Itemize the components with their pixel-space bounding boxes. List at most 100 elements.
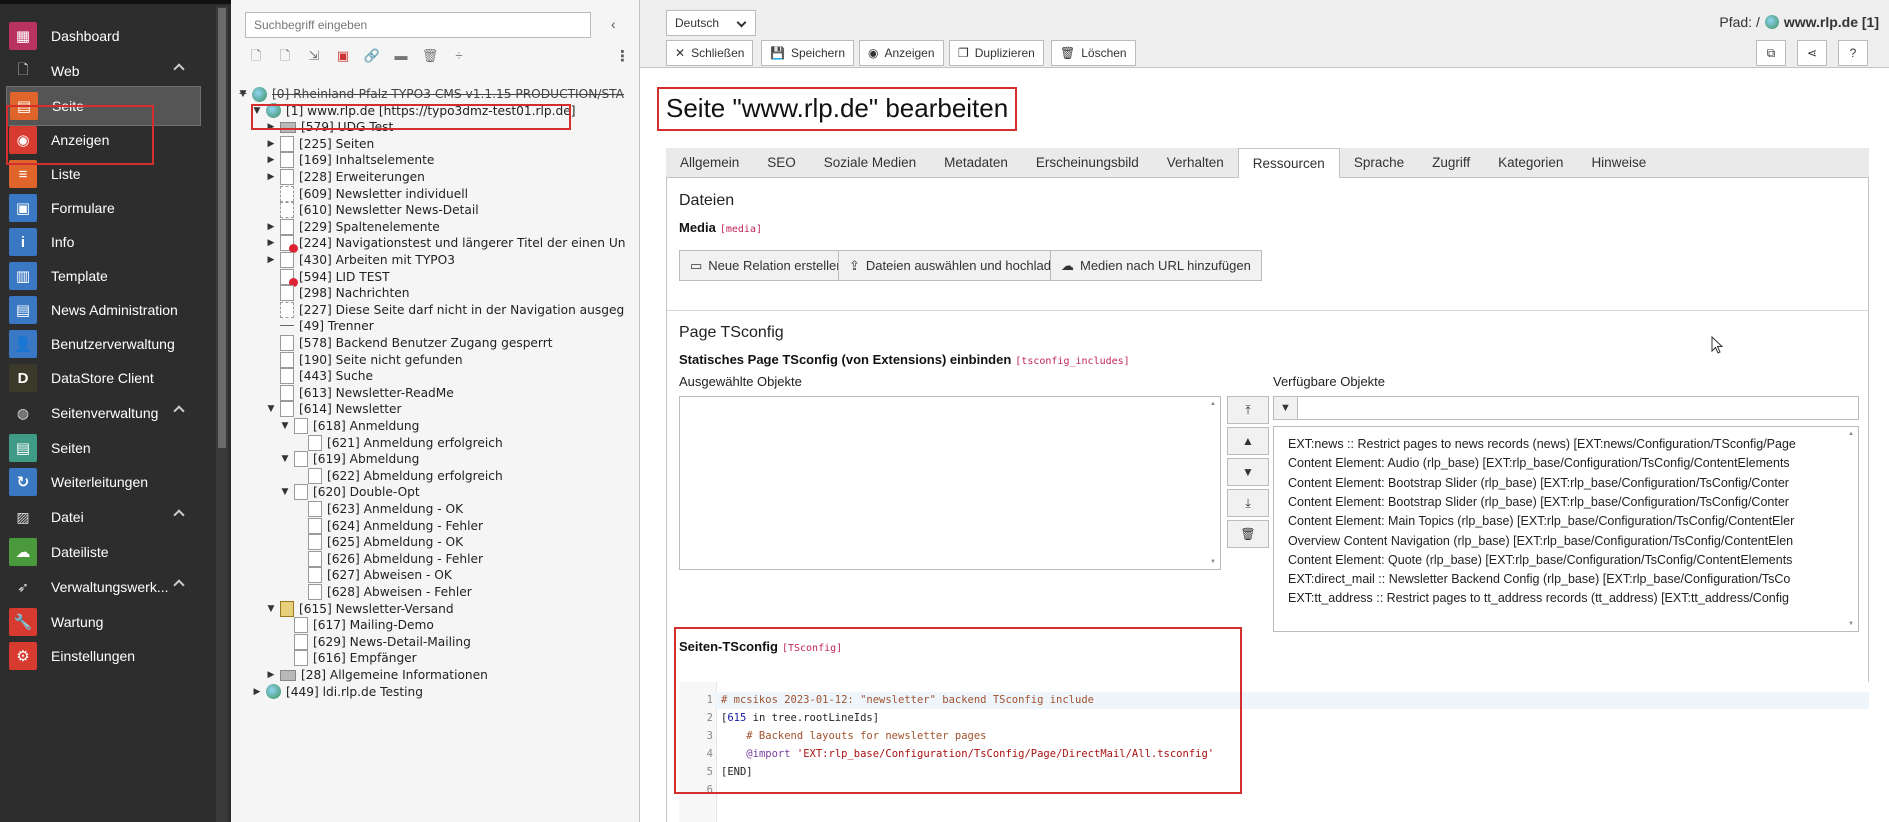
tree-node-label[interactable]: [578] Backend Benutzer Zugang gesperrt bbox=[299, 336, 553, 350]
available-object-item[interactable]: Content Element: Bootstrap Slider (rlp_b… bbox=[1288, 495, 1843, 509]
share-button[interactable]: ⋖ bbox=[1797, 40, 1827, 66]
tree-node-label[interactable]: [228] Erweiterungen bbox=[299, 170, 425, 184]
page-icon[interactable] bbox=[280, 351, 294, 368]
caret-down-icon[interactable]: ▼ bbox=[237, 89, 249, 99]
tree-node-label[interactable]: [0] Rheinland-Pfalz TYPO3 CMS v1.1.15 PR… bbox=[272, 87, 624, 101]
tree-more-icon[interactable]: ⋮ bbox=[615, 47, 630, 65]
caret-right-icon[interactable]: ▶ bbox=[265, 670, 277, 680]
page-icon[interactable] bbox=[294, 418, 308, 434]
caret-right-icon[interactable]: ▶ bbox=[265, 155, 277, 165]
help-button[interactable]: ? bbox=[1838, 40, 1868, 66]
available-object-item[interactable]: Content Element: Audio (rlp_base) [EXT:r… bbox=[1288, 456, 1843, 470]
caret-down-icon[interactable]: ▼ bbox=[265, 604, 277, 614]
caret-right-icon[interactable]: ▶ bbox=[265, 255, 277, 265]
tree-node-label[interactable]: [616] Empfänger bbox=[313, 651, 417, 665]
tree-node-label[interactable]: [628] Abweisen - Fehler bbox=[327, 585, 472, 599]
tab-erscheinungsbild[interactable]: Erscheinungsbild bbox=[1022, 148, 1153, 178]
page-icon[interactable] bbox=[280, 218, 294, 235]
new-shortcut-icon[interactable]: ⇲ bbox=[303, 46, 325, 66]
hidden-icon[interactable] bbox=[280, 202, 294, 219]
new-page-icon[interactable]: 🗋 bbox=[245, 46, 267, 66]
tree-node-label[interactable]: [579] UDG Test bbox=[301, 120, 393, 134]
tab-zugriff[interactable]: Zugriff bbox=[1418, 148, 1484, 178]
new-folder-icon[interactable]: ▬ bbox=[390, 46, 412, 66]
tab-sprache[interactable]: Sprache bbox=[1340, 148, 1418, 178]
page-icon[interactable] bbox=[308, 517, 322, 534]
tree-node-label[interactable]: [169] Inhaltselemente bbox=[299, 153, 434, 167]
module-item-datastore-client[interactable]: D DataStore Client bbox=[6, 358, 201, 398]
caret-down-icon[interactable]: ▼ bbox=[265, 404, 277, 414]
tree-node-label[interactable]: [594] LID TEST bbox=[299, 270, 390, 284]
page-icon[interactable] bbox=[308, 467, 322, 484]
page-icon[interactable] bbox=[280, 152, 294, 169]
tree-node-label[interactable]: [224] Navigationstest und längerer Titel… bbox=[299, 236, 625, 250]
page-icon[interactable] bbox=[280, 135, 294, 152]
tree-node-label[interactable]: [430] Arbeiten mit TYPO3 bbox=[299, 253, 455, 267]
selected-objects-list[interactable] bbox=[679, 396, 1221, 570]
save-button[interactable]: 💾 Speichern bbox=[761, 40, 854, 66]
page-icon[interactable] bbox=[308, 584, 322, 600]
caret-right-icon[interactable]: ▶ bbox=[265, 222, 277, 232]
tree-node-label[interactable]: [610] Newsletter News-Detail bbox=[299, 203, 479, 217]
tab-hinweise[interactable]: Hinweise bbox=[1577, 148, 1660, 178]
page-icon[interactable] bbox=[308, 434, 322, 451]
move-down-button[interactable]: ▼ bbox=[1227, 458, 1269, 486]
module-item-einstellungen[interactable]: ⚙ Einstellungen bbox=[6, 636, 201, 676]
selected-list-scrollbar[interactable] bbox=[1210, 401, 1218, 565]
caret-right-icon[interactable]: ▶ bbox=[251, 687, 263, 697]
tab-metadaten[interactable]: Metadaten bbox=[930, 148, 1022, 178]
page-icon[interactable] bbox=[308, 567, 322, 584]
available-object-item[interactable]: EXT:direct_mail :: Newsletter Backend Co… bbox=[1288, 572, 1843, 586]
add-media-url-button[interactable]: ☁ Medien nach URL hinzufügen bbox=[1050, 250, 1262, 281]
page-icon[interactable] bbox=[280, 252, 294, 268]
module-group-seitenverwaltung[interactable]: ◍ Seitenverwaltung bbox=[6, 398, 201, 428]
tree-node-label[interactable]: [618] Anmeldung bbox=[313, 419, 419, 433]
tree-node-label[interactable]: [626] Abmeldung - Fehler bbox=[327, 552, 483, 566]
chevron-up-icon[interactable] bbox=[173, 405, 185, 417]
module-group-datei[interactable]: ▨ Datei bbox=[6, 502, 201, 532]
caret-down-icon[interactable]: ▼ bbox=[279, 421, 291, 431]
new-page-special-icon[interactable]: 🗋 bbox=[274, 46, 296, 66]
open-new-window-button[interactable]: ⧉ bbox=[1756, 40, 1786, 66]
tree-node-label[interactable]: [449] ldi.rlp.de Testing bbox=[286, 685, 423, 699]
page-icon[interactable] bbox=[308, 534, 322, 551]
tree-node-label[interactable]: [615] Newsletter-Versand bbox=[299, 602, 454, 616]
tree-node-label[interactable]: [621] Anmeldung erfolgreich bbox=[327, 436, 503, 450]
tree-node-label[interactable]: [190] Seite nicht gefunden bbox=[299, 353, 463, 367]
available-object-item[interactable]: Content Element: Main Topics (rlp_base) … bbox=[1288, 514, 1843, 528]
tab-ressourcen[interactable]: Ressourcen bbox=[1237, 148, 1340, 179]
tree-node-label[interactable]: [225] Seiten bbox=[299, 137, 374, 151]
duplicate-button[interactable]: ❐ Duplizieren bbox=[949, 40, 1044, 66]
red-icon[interactable] bbox=[280, 268, 298, 287]
caret-right-icon[interactable]: ▶ bbox=[265, 238, 277, 248]
caret-right-icon[interactable]: ▶ bbox=[265, 139, 277, 149]
available-object-item[interactable]: Content Element: Quote (rlp_base) [EXT:r… bbox=[1288, 553, 1843, 567]
page-icon[interactable] bbox=[280, 285, 294, 302]
tree-node-label[interactable]: [620] Double-Opt bbox=[313, 485, 420, 499]
page-icon[interactable] bbox=[280, 401, 294, 418]
page-icon[interactable] bbox=[294, 617, 308, 634]
module-item-weiterleitungen[interactable]: ↻ Weiterleitungen bbox=[6, 462, 201, 502]
mail-icon[interactable] bbox=[280, 600, 294, 617]
new-link-icon[interactable]: 🔗 bbox=[361, 46, 383, 66]
caret-down-icon[interactable]: ▼ bbox=[279, 454, 291, 464]
new-recycler-icon[interactable]: 🗑 bbox=[419, 46, 441, 66]
available-list-scrollbar[interactable] bbox=[1848, 431, 1856, 627]
tsconfig-code-editor[interactable]: 1 2 3 4 5 6 # mcsikos 2023-01-12: "newsl… bbox=[679, 682, 1869, 822]
tree-node-label[interactable]: [613] Newsletter-ReadMe bbox=[299, 386, 454, 400]
hidden-icon[interactable] bbox=[280, 185, 294, 202]
available-object-item[interactable]: EXT:news :: Restrict pages to news recor… bbox=[1288, 437, 1843, 451]
tab-kategorien[interactable]: Kategorien bbox=[1484, 148, 1577, 178]
page-icon[interactable] bbox=[308, 550, 322, 567]
module-item-dateiliste[interactable]: ☁ Dateiliste bbox=[6, 532, 201, 572]
path-title[interactable]: www.rlp.de [1] bbox=[1784, 14, 1879, 30]
move-up-button[interactable]: ▲ bbox=[1227, 427, 1269, 455]
tree-node-label[interactable]: [622] Abmeldung erfolgreich bbox=[327, 469, 503, 483]
hidden-icon[interactable] bbox=[280, 301, 294, 318]
available-object-item[interactable]: Overview Content Navigation (rlp_base) [… bbox=[1288, 534, 1843, 548]
tree-node-label[interactable]: [229] Spaltenelemente bbox=[299, 220, 440, 234]
available-object-item[interactable]: Content Element: Bootstrap Slider (rlp_b… bbox=[1288, 476, 1843, 490]
module-group-verwaltungswerkzeuge[interactable]: ➶ Verwaltungswerk... bbox=[6, 572, 201, 602]
page-icon[interactable] bbox=[280, 384, 294, 401]
tree-node-label[interactable]: [627] Abweisen - OK bbox=[327, 568, 452, 582]
